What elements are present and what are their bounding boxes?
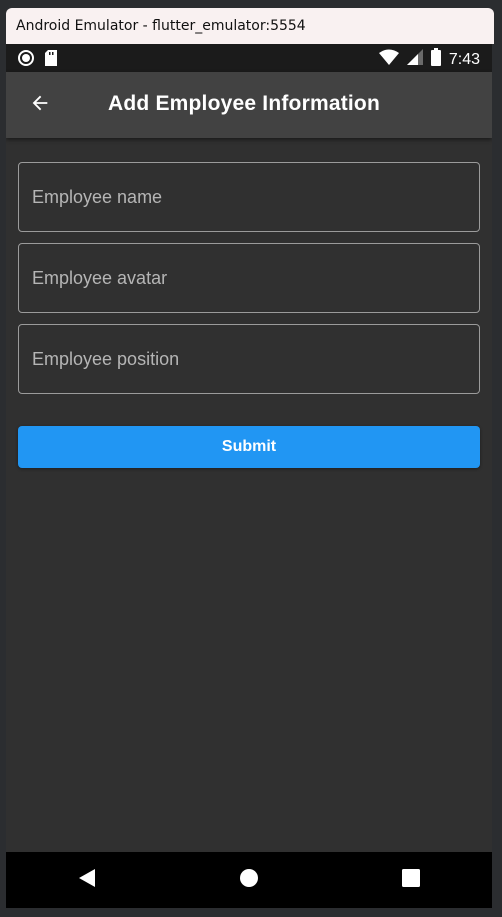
nav-back-icon: [77, 868, 97, 893]
employee-form: [18, 162, 480, 405]
employee-name-input[interactable]: [19, 163, 479, 231]
back-button[interactable]: [20, 85, 60, 125]
submit-button[interactable]: Submit: [18, 426, 480, 468]
emulator-window: Android Emulator - flutter_emulator:5554: [0, 0, 502, 917]
window-title: Android Emulator - flutter_emulator:5554: [16, 18, 306, 34]
nav-home-icon: [239, 868, 259, 893]
device-screen: 7:43 Add Employee Information Employee n…: [6, 44, 492, 908]
wifi-icon: [378, 49, 399, 70]
nav-recents-icon: [402, 868, 420, 892]
battery-icon: [430, 48, 441, 71]
employee-name-field: [18, 162, 480, 232]
signal-icon: [406, 49, 423, 70]
nav-recents-button[interactable]: [383, 852, 439, 908]
record-icon: [18, 50, 34, 71]
employee-avatar-input[interactable]: [19, 244, 479, 312]
nav-home-button[interactable]: [221, 852, 277, 908]
app-bar: Add Employee Information: [6, 72, 492, 138]
employee-position-input[interactable]: [19, 325, 479, 393]
window-titlebar: Android Emulator - flutter_emulator:5554: [6, 8, 494, 44]
employee-position-field: [18, 324, 480, 394]
status-time: 7:43: [448, 50, 480, 68]
nav-back-button[interactable]: [59, 852, 115, 908]
arrow-back-icon: [29, 92, 51, 119]
status-bar: 7:43: [6, 44, 492, 72]
sd-card-icon: [44, 50, 58, 71]
android-nav-bar: [6, 852, 492, 908]
page-title: Add Employee Information: [108, 92, 380, 115]
employee-avatar-field: [18, 243, 480, 313]
